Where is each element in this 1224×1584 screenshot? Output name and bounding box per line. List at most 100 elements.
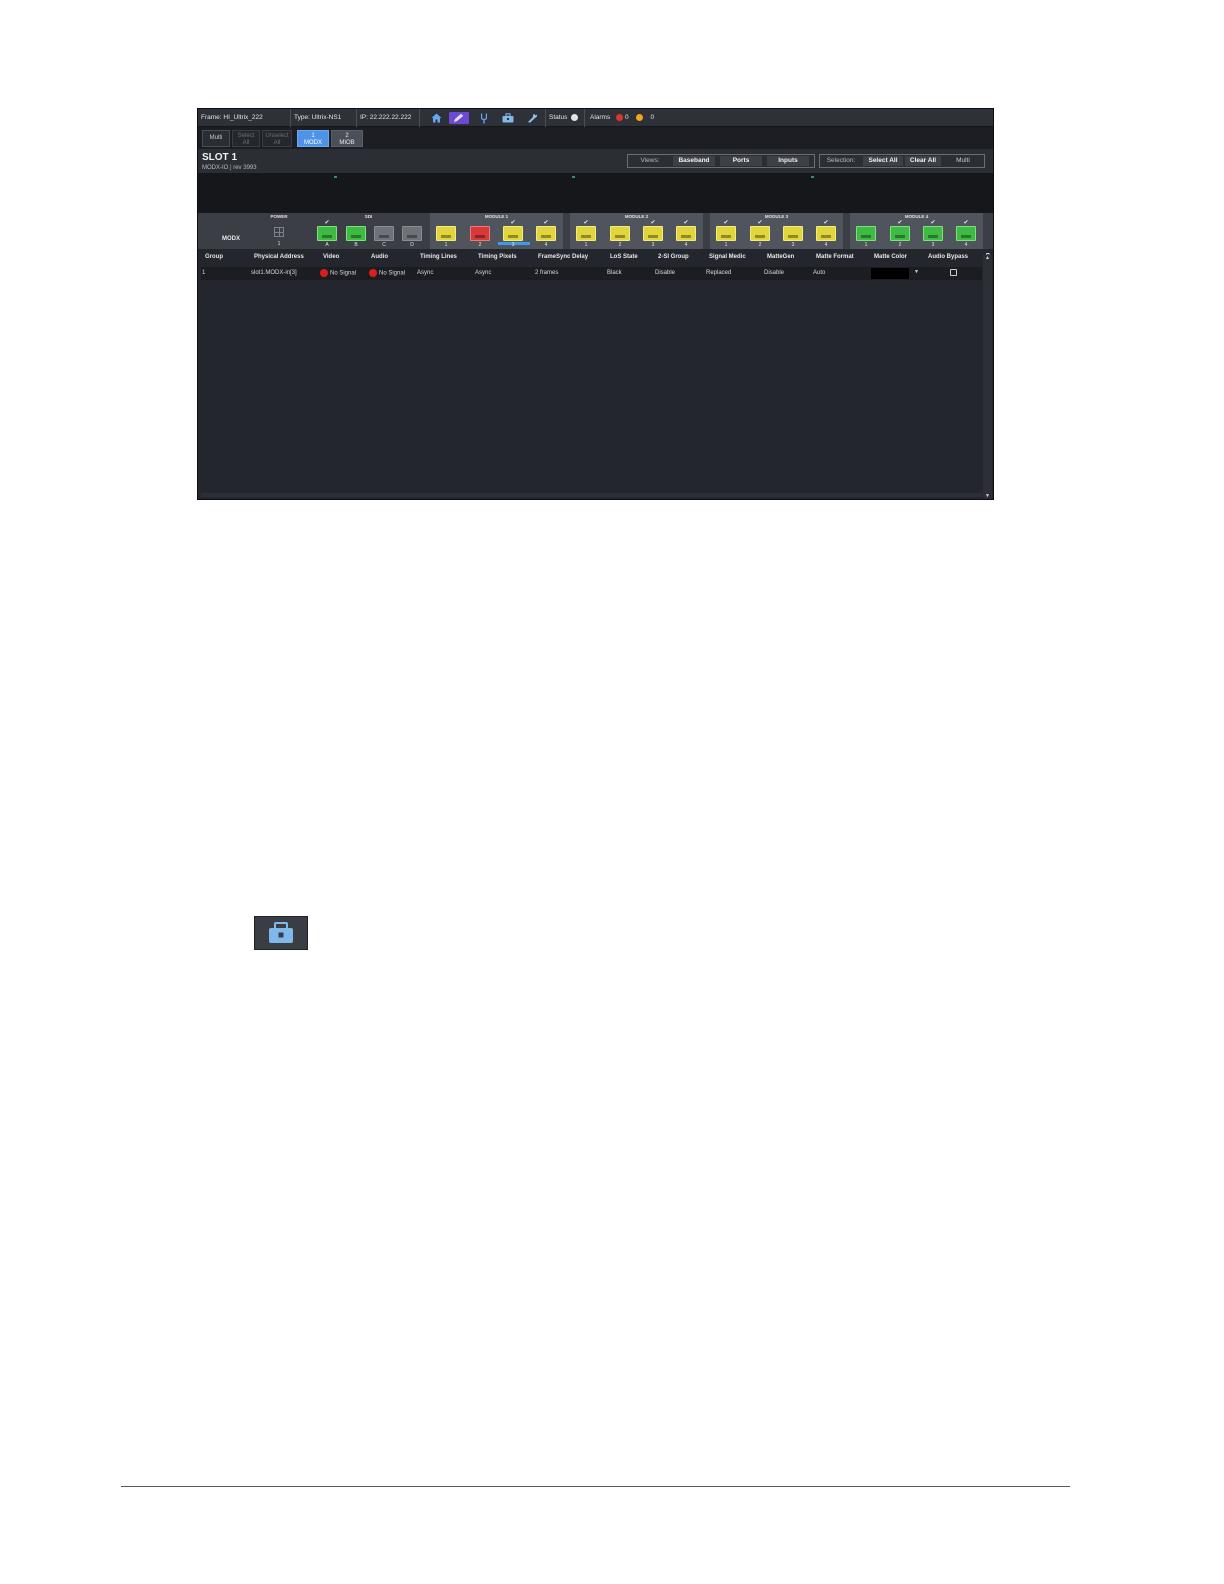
column-header-audio-bypass[interactable]: Audio Bypass [928, 254, 968, 260]
scroll-down-icon[interactable]: ▼ [983, 493, 992, 499]
module-3-port-1[interactable] [716, 226, 736, 241]
column-header-framesync-delay[interactable]: FrameSync Delay [538, 254, 588, 260]
pencil-icon[interactable] [449, 112, 469, 124]
module-2-port-1[interactable] [576, 226, 596, 241]
sdi-port-b[interactable] [346, 226, 366, 241]
module-3-port-4-label: 4 [824, 242, 828, 248]
banner-marker [334, 176, 337, 178]
sdi-port-d-label: D [410, 242, 414, 248]
tuning-fork-icon[interactable] [474, 112, 494, 124]
power-port-icon[interactable] [274, 227, 284, 237]
home-icon[interactable] [426, 112, 446, 124]
module-port-strip: MODX POWER 1 SDI ✔ A B C D MODULE 1 ✔ ✔ … [198, 213, 993, 249]
alarm-red-count: 0 [625, 114, 629, 121]
module-2-port-2[interactable] [610, 226, 630, 241]
slot-subtitle: MODX-IO | rev 3993 [202, 165, 257, 171]
port-check-icon: ✔ [757, 220, 763, 226]
sdi-port-b-label: B [354, 242, 358, 248]
power-group-label: POWER [270, 214, 288, 219]
module-1-port-4[interactable] [536, 226, 556, 241]
unselect-all-button[interactable]: Unselect All [262, 130, 292, 147]
column-header-signal-medic[interactable]: Signal Medic [709, 254, 746, 260]
port-check-icon: ✔ [650, 220, 656, 226]
view-ports-button[interactable]: Ports [720, 156, 762, 166]
cell-timing-lines[interactable]: Async [417, 270, 433, 276]
select-all-label-2: All [242, 140, 250, 146]
module-2-port-4[interactable] [676, 226, 696, 241]
alarm-yellow-icon [636, 113, 644, 121]
port-check-icon: ✔ [723, 220, 729, 226]
sdi-port-a[interactable] [317, 226, 337, 241]
cell-group: 1 [202, 270, 206, 276]
selection-label: Selection: [820, 155, 862, 167]
slot-tab-modx-name: MODX [304, 140, 322, 146]
module-3-port-3[interactable] [783, 226, 803, 241]
module-3-port-2[interactable] [750, 226, 770, 241]
status-indicator[interactable]: Status [545, 109, 585, 127]
audio-bypass-checkbox[interactable] [950, 269, 957, 276]
cell-los-state[interactable]: Black [607, 270, 622, 276]
sdi-port-d[interactable] [402, 226, 422, 241]
module-1-group: MODULE 1 ✔ ✔ 1 2 3 4 [430, 213, 563, 249]
column-header-matte-format[interactable]: Matte Format [816, 254, 854, 260]
slot-tab-modx[interactable]: 1 MODX [297, 130, 329, 147]
module-3-port-4[interactable] [816, 226, 836, 241]
select-all-ports-button[interactable]: Select All [863, 156, 903, 166]
module-4-port-2[interactable] [890, 226, 910, 241]
port-check-icon: ✔ [583, 220, 589, 226]
multi-select-button[interactable]: Multi [943, 156, 983, 166]
module-2-port-3-label: 3 [651, 242, 655, 248]
port-check-icon: ✔ [324, 220, 330, 226]
column-header-mattegen[interactable]: MatteGen [767, 254, 794, 260]
toolbox-icon[interactable] [498, 112, 518, 124]
sdi-port-c[interactable] [374, 226, 394, 241]
column-header-audio[interactable]: Audio [371, 254, 388, 260]
cell-matte-format[interactable]: Auto [813, 270, 825, 276]
module-1-port-3[interactable] [503, 226, 523, 241]
column-header-2si-group[interactable]: 2-SI Group [658, 254, 689, 260]
column-header-physical-address[interactable]: Physical Address [254, 254, 304, 260]
module-4-port-3[interactable] [923, 226, 943, 241]
module-4-port-1[interactable] [856, 226, 876, 241]
cell-framesync-delay[interactable]: 2 frames [535, 270, 558, 276]
horizontal-scrollbar[interactable] [201, 493, 982, 497]
clear-all-ports-button[interactable]: Clear All [905, 156, 941, 166]
matte-color-dropdown-icon[interactable]: ▼ [914, 269, 919, 275]
select-all-label-1: Select [237, 133, 255, 139]
cell-timing-pixels[interactable]: Async [475, 270, 491, 276]
cell-video-text: No Signal [330, 270, 357, 277]
module-2-port-1-label: 1 [584, 242, 588, 248]
module-1-port-2-label: 2 [478, 242, 482, 248]
module-1-port-2[interactable] [470, 226, 490, 241]
top-status-bar: Frame: HI_Ultrix_222 Type: Ultrix-NS1 IP… [198, 109, 993, 127]
cell-signal-medic[interactable]: Replaced [706, 270, 731, 276]
wrench-icon[interactable] [522, 112, 542, 124]
module-4-port-4[interactable] [956, 226, 976, 241]
slot-tab-miob[interactable]: 2 MIOB [331, 130, 363, 147]
multi-button[interactable]: Multi [202, 130, 230, 147]
cell-2si-group[interactable]: Disable [655, 270, 675, 276]
toolbox-icon [254, 916, 308, 950]
matte-color-swatch[interactable] [871, 268, 909, 279]
select-all-button[interactable]: Select All [232, 130, 260, 147]
column-header-matte-color[interactable]: Matte Color [874, 254, 907, 260]
cell-mattegen[interactable]: Disable [764, 270, 784, 276]
table-row[interactable]: 1 slot1.MODX-in[3] No Signal No Signal A… [201, 267, 982, 280]
scroll-up-icon[interactable]: ▲ [983, 255, 992, 261]
sdi-port-a-label: A [325, 242, 329, 248]
column-header-group[interactable]: Group [205, 254, 223, 260]
slot-tab-miob-number: 2 [345, 133, 349, 139]
column-header-timing-pixels[interactable]: Timing Pixels [478, 254, 517, 260]
view-baseband-button[interactable]: Baseband [673, 156, 715, 166]
column-header-los-state[interactable]: LoS State [610, 254, 638, 260]
vertical-scrollbar[interactable]: ▲ ▼ [983, 255, 992, 499]
column-header-timing-lines[interactable]: Timing Lines [420, 254, 457, 260]
port-check-icon: ✔ [897, 220, 903, 226]
alarms-indicator[interactable]: Alarms 0 0 [587, 109, 667, 127]
card-image-banner [198, 173, 993, 213]
module-1-port-1[interactable] [436, 226, 456, 241]
view-inputs-button[interactable]: Inputs [767, 156, 809, 166]
column-header-video[interactable]: Video [323, 254, 339, 260]
module-2-port-3[interactable] [643, 226, 663, 241]
alarm-yellow-count: 0 [650, 114, 655, 121]
